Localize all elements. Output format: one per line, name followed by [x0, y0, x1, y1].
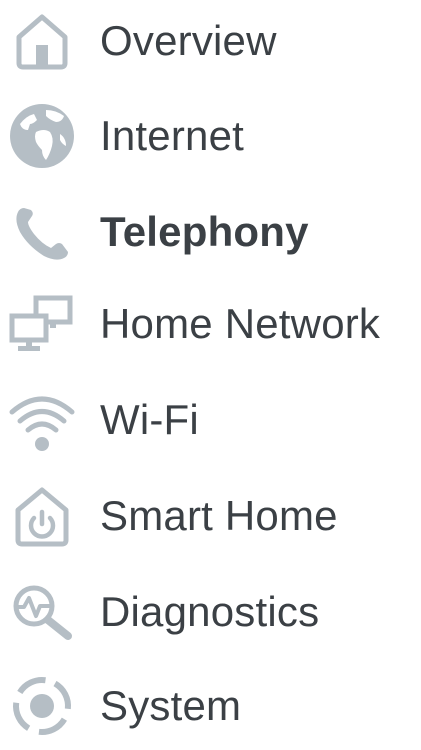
system-icon — [6, 670, 78, 742]
nav-label-wifi: Wi-Fi — [100, 396, 199, 443]
network-icon — [6, 288, 78, 360]
nav-item-overview[interactable]: Overview — [0, 0, 421, 85]
phone-icon — [6, 196, 78, 268]
wifi-icon — [6, 384, 78, 456]
nav-item-diagnostics[interactable]: Diagnostics — [0, 568, 421, 656]
nav-label-overview: Overview — [100, 17, 277, 64]
nav-item-wifi[interactable]: Wi-Fi — [0, 376, 421, 464]
nav-item-smart-home[interactable]: Smart Home — [0, 472, 421, 560]
diagnostics-icon — [6, 576, 78, 648]
main-navigation: Overview Internet Telephony Home Network… — [0, 0, 421, 746]
nav-label-internet: Internet — [100, 112, 245, 159]
home-icon — [6, 5, 78, 77]
nav-label-home-network: Home Network — [100, 300, 381, 347]
nav-label-diagnostics: Diagnostics — [100, 588, 320, 635]
nav-label-system: System — [100, 682, 242, 729]
nav-item-home-network[interactable]: Home Network — [0, 280, 421, 368]
smart-home-icon — [6, 480, 78, 552]
globe-icon — [6, 100, 78, 172]
nav-item-telephony[interactable]: Telephony — [0, 188, 421, 276]
nav-item-internet[interactable]: Internet — [0, 92, 421, 180]
nav-label-telephony: Telephony — [100, 208, 309, 255]
nav-label-smart-home: Smart Home — [100, 492, 338, 539]
nav-item-system[interactable]: System — [0, 662, 421, 750]
